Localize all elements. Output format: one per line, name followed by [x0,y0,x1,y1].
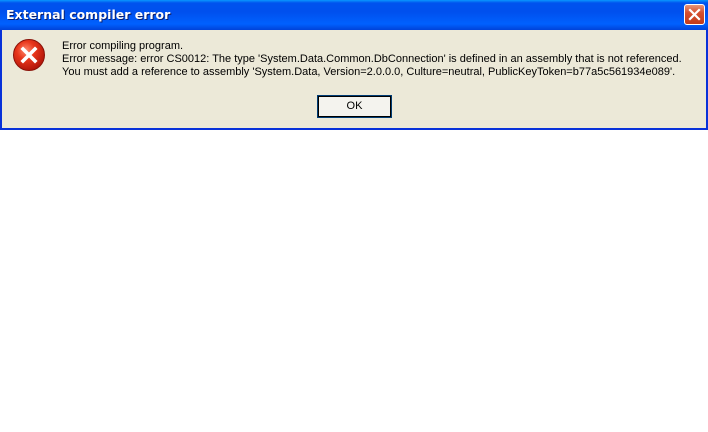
message-line-2: Error message: error CS0012: The type 'S… [62,53,682,78]
error-dialog: External compiler error Error compiling … [0,0,708,130]
ok-button[interactable]: OK [317,95,392,118]
error-message: Error compiling program. Error message: … [62,40,702,79]
close-button[interactable] [684,4,705,25]
title-bar[interactable]: External compiler error [0,0,708,30]
message-line-1: Error compiling program. [62,40,184,52]
error-icon [13,39,45,71]
close-icon [688,8,701,21]
window-title: External compiler error [6,7,171,22]
